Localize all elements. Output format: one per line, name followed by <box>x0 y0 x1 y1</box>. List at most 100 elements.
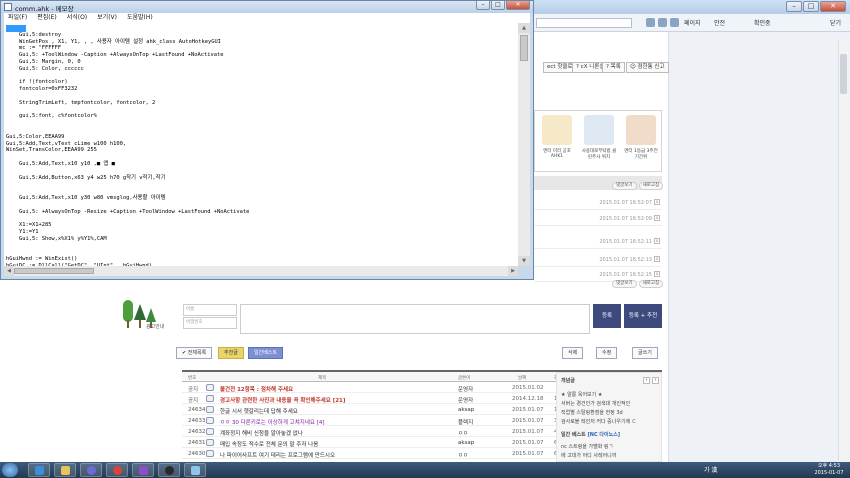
notepad-vertical-scrollbar[interactable]: ▲ ▼ <box>518 23 530 266</box>
vertical-scroll-thumb[interactable] <box>520 35 528 61</box>
post-title[interactable]: 불건전 12항목 : 점차해 주세요 <box>220 385 293 393</box>
scroll-up-icon[interactable]: ▲ <box>518 23 530 33</box>
recommend-list-button[interactable]: 추천글 <box>218 347 244 359</box>
post-title[interactable]: 경고사항 관련한 사진과 내용을 꼭 확인해주세요 [21] <box>220 396 345 404</box>
scroll-right-icon[interactable]: ▶ <box>508 266 518 276</box>
maximize-button[interactable]: □ <box>491 1 505 10</box>
menu-view[interactable]: 보기(V) <box>97 13 117 23</box>
help-status[interactable]: 확인중 <box>754 18 771 27</box>
password-field[interactable]: 비밀번호 <box>183 317 237 329</box>
taskbar-vs-icon[interactable] <box>132 463 154 477</box>
best-item[interactable]: nc 스트링을 가벨화 링ㄱ <box>561 443 613 450</box>
close-tab-link[interactable]: 닫기 <box>830 18 841 27</box>
col-no: 번호 <box>188 376 197 381</box>
book-item[interactable]: 사용대로부탁법 클린주사 위치 <box>581 115 617 171</box>
post-title[interactable]: ㅇㅇ 30 다른키로는 이상하게 고쳐지네요 [4] <box>220 418 325 426</box>
book-item[interactable]: 엔터 미러 공포 AHK1 <box>539 115 575 171</box>
taskbar-ie-icon[interactable] <box>28 463 50 477</box>
trees-logo <box>123 300 156 328</box>
page-menu[interactable]: 페이지 <box>684 18 701 27</box>
clock-time: 오후 4:53 <box>817 463 841 469</box>
comment-view-tab[interactable]: 댓글보기 <box>612 182 637 190</box>
book-cover <box>584 115 614 145</box>
browser-minimize-button[interactable]: – <box>786 1 802 12</box>
next-arrow-icon[interactable]: › <box>652 377 659 384</box>
print-icon[interactable] <box>670 18 679 27</box>
browser-window-controls: – □ ✕ <box>786 1 846 12</box>
comment-refresh-tab[interactable]: 새로고침 <box>638 280 664 288</box>
concept-posts-box: 개념글 ‹ › ★ 알릉 옥어보기 ★ 서버는 경건인가 검색대 개인적인 직업… <box>556 372 662 462</box>
menu-help[interactable]: 도움말(H) <box>127 13 153 23</box>
comment-view-tab[interactable]: 댓글보기 <box>612 280 637 288</box>
taskbar-explorer-icon[interactable] <box>54 463 76 477</box>
menu-file[interactable]: 파일(F) <box>8 13 27 23</box>
concept-item[interactable]: 검사로블 레인저 커다 중나우기에 ㄷ <box>561 418 636 425</box>
post-title[interactable]: 한글 시서 헷갈리는데 답해 주세요 <box>220 407 298 415</box>
ad-info-label[interactable]: 광고안내 <box>146 323 164 330</box>
comment-time: 2015.01.07 16:52:07 <box>599 200 652 206</box>
post-number: 24634 <box>188 407 206 413</box>
scroll-down-icon[interactable]: ▼ <box>518 256 530 266</box>
ime-indicator[interactable]: 가 漢 <box>704 465 717 474</box>
submit-recommend-button[interactable]: 등록 + 추천 <box>624 304 662 328</box>
best-title-text: 일간 베스트 <box>561 432 586 438</box>
daily-best-button[interactable]: 일간베스트 <box>248 347 284 359</box>
close-button[interactable]: ✕ <box>506 1 530 10</box>
home-icon[interactable] <box>646 18 655 27</box>
comment-row: 2015.01.07 16:52:13 x <box>534 253 662 267</box>
delete-comment-icon[interactable]: x <box>654 199 660 205</box>
comment-textarea[interactable] <box>240 304 590 334</box>
comment-refresh-tab[interactable]: 새로고침 <box>638 182 664 190</box>
delete-comment-icon[interactable]: x <box>654 271 660 277</box>
start-button[interactable] <box>2 463 18 477</box>
notepad-titlebar[interactable]: comm.ahk - 메모장 – □ ✕ <box>1 1 533 13</box>
clock[interactable]: 오후 4:53 2015-01-07 <box>810 463 848 477</box>
edit-button[interactable]: 수정 <box>596 347 618 359</box>
concept-item[interactable]: 서버는 경건인가 검색대 개인적인 <box>561 400 630 407</box>
post-title[interactable]: 계좌정지 해비 신청을 알아놓겠 없나 <box>220 429 303 437</box>
best-tag: [NC 다이노스] <box>587 432 621 438</box>
book-item[interactable]: 엔터 1등급 3주전 기간위 <box>623 115 659 171</box>
taskbar-kakao-icon[interactable] <box>158 463 180 477</box>
name-field[interactable]: 이름 <box>183 304 237 316</box>
taskbar-notepad-icon[interactable] <box>184 463 206 477</box>
post-title[interactable]: 매입 속정도 적수로 전체 문의 말 주저 나옴 <box>220 440 318 448</box>
notepad-content[interactable]: Gui,5:destroy WinGetPos , X1, Y1, , , 사용… <box>6 25 249 266</box>
minimize-button[interactable]: – <box>476 1 490 10</box>
browser-close-button[interactable]: ✕ <box>820 1 846 12</box>
post-type-icon <box>206 384 214 391</box>
taskbar-media-icon[interactable] <box>80 463 102 477</box>
delete-comment-icon[interactable]: x <box>654 215 660 221</box>
all-list-button[interactable]: ✔ 전체목록 <box>176 347 213 359</box>
top-button-3[interactable]: ? 목록 <box>602 62 625 73</box>
taskbar-chrome-icon[interactable] <box>106 463 128 477</box>
prev-arrow-icon[interactable]: ‹ <box>643 377 650 384</box>
col-date: 날짜 <box>518 376 527 381</box>
feeds-icon[interactable] <box>658 18 667 27</box>
safety-menu[interactable]: 안전 <box>714 18 725 27</box>
best-item[interactable]: 에 고대가 어디 사레어니까 <box>561 452 616 459</box>
submit-button[interactable]: 등록 <box>593 304 621 328</box>
concept-item[interactable]: ★ 알릉 옥어보기 ★ <box>561 391 602 398</box>
menu-edit[interactable]: 편집(E) <box>37 13 57 23</box>
scroll-left-icon[interactable]: ◀ <box>4 266 14 276</box>
concept-item[interactable]: 직업별 스탈링환점을 한정 3d <box>561 409 623 416</box>
comment-row: 2015.01.07 16:52:11 x <box>534 235 662 249</box>
top-button-4[interactable]: ☺ 점한통 신고 <box>626 62 669 73</box>
clock-date: 2015-01-07 <box>814 470 844 476</box>
address-field[interactable] <box>536 18 632 28</box>
post-number: 24630 <box>188 451 206 457</box>
notepad-text-area[interactable]: Gui,5:destroy WinGetPos , X1, Y1, , , 사용… <box>4 23 518 266</box>
comment-time: 2015.01.07 16:52:13 <box>599 257 652 263</box>
delete-button[interactable]: 삭제 <box>562 347 584 359</box>
post-title[interactable]: 나 파이어사프트 여기 데리는 프로그램에 만드시오 <box>220 451 335 459</box>
delete-comment-icon[interactable]: x <box>654 256 660 262</box>
write-button[interactable]: 글쓰기 <box>632 347 658 359</box>
delete-comment-icon[interactable]: x <box>654 238 660 244</box>
menu-format[interactable]: 서식(O) <box>67 13 87 23</box>
browser-maximize-button[interactable]: □ <box>803 1 819 12</box>
notepad-horizontal-scrollbar[interactable]: ◀ ▶ <box>4 266 518 276</box>
notepad-app-icon[interactable] <box>4 3 12 11</box>
horizontal-scroll-thumb[interactable] <box>14 268 94 274</box>
book-cover <box>626 115 656 145</box>
